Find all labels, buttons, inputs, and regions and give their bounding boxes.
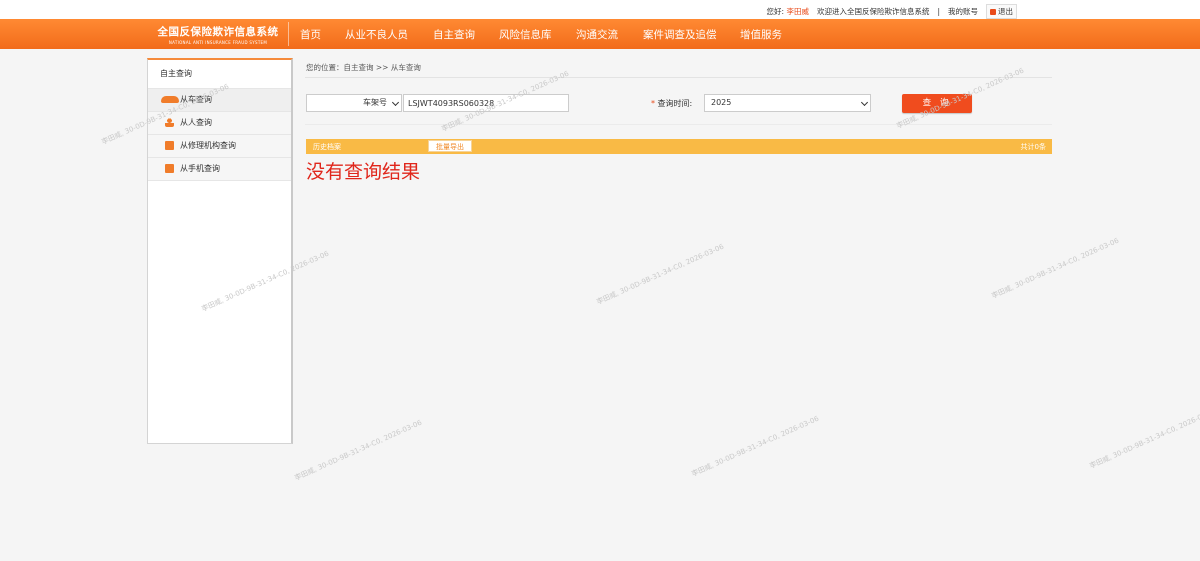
watermark: 李田威, 30-0D-9B-31-34-C0, 2026-03-06 <box>293 418 424 483</box>
nav-case-investigation[interactable]: 案件调查及追偿 <box>643 27 717 42</box>
sidebar: 自主查询 从车查询 从人查询 从修理机构查询 从手机查询 <box>147 58 293 444</box>
nav-bad-practitioners[interactable]: 从业不良人员 <box>345 27 408 42</box>
batch-export-button[interactable]: 批量导出 <box>428 140 472 152</box>
history-label: 历史档案 <box>313 143 341 151</box>
greeting-label: 您好: <box>766 7 785 16</box>
my-account-link[interactable]: 我的账号 <box>948 6 978 17</box>
logo-subtitle: NATIONAL ANTI INSURANCE FRAUD SYSTEM <box>168 40 268 45</box>
total-count: 共计0条 <box>1020 143 1046 151</box>
sidebar-item-phone-query[interactable]: 从手机查询 <box>148 158 291 181</box>
document-icon <box>165 141 174 150</box>
top-bar: 您好: 李田威 欢迎进入全国反保险欺诈信息系统 | 我的账号 退出 <box>0 0 1200 19</box>
nav-value-added[interactable]: 增值服务 <box>740 27 782 42</box>
sidebar-item-label: 从人查询 <box>180 118 212 127</box>
sidebar-item-vehicle-query[interactable]: 从车查询 <box>148 89 291 112</box>
welcome-text: 欢迎进入全国反保险欺诈信息系统 <box>816 7 930 16</box>
logout-label: 退出 <box>998 7 1013 16</box>
main-nav: 全国反保险欺诈信息系统 NATIONAL ANTI INSURANCE FRAU… <box>0 19 1200 49</box>
sidebar-item-person-query[interactable]: 从人查询 <box>148 112 291 135</box>
nav-home[interactable]: 首页 <box>300 27 321 42</box>
sidebar-item-label: 从车查询 <box>180 95 212 104</box>
required-star: * <box>651 99 655 108</box>
car-icon <box>161 96 179 103</box>
person-icon <box>165 118 174 127</box>
logo-divider <box>288 22 289 46</box>
user-greeting: 您好: 李田威 <box>767 6 809 17</box>
watermark: 李田威, 30-0D-9B-31-34-C0, 2026-03-06 <box>690 414 821 479</box>
nav-self-query[interactable]: 自主查询 <box>433 27 475 42</box>
logout-icon <box>990 8 996 15</box>
watermark: 李田威, 30-0D-9B-31-34-C0, 2026-03-06 <box>595 242 726 307</box>
sidebar-item-label: 从修理机构查询 <box>180 141 236 150</box>
breadcrumb-divider <box>305 77 1052 78</box>
no-results-message: 没有查询结果 <box>306 161 421 183</box>
logout-button[interactable]: 退出 <box>986 4 1017 19</box>
query-type-value: 车架号 <box>363 98 387 107</box>
query-button[interactable]: 查 询 <box>902 94 972 113</box>
form-divider <box>305 124 1052 125</box>
result-header-bar: 历史档案 批量导出 共计0条 <box>306 139 1052 154</box>
nav-risk-database[interactable]: 风险信息库 <box>499 27 552 42</box>
watermark: 李田威, 30-0D-9B-31-34-C0, 2026-03-06 <box>990 236 1121 301</box>
sidebar-item-repair-shop-query[interactable]: 从修理机构查询 <box>148 135 291 158</box>
logo-title: 全国反保险欺诈信息系统 <box>157 26 279 38</box>
breadcrumb: 您的位置：自主查询 >> 从车查询 <box>306 63 421 72</box>
sidebar-item-label: 从手机查询 <box>180 164 220 173</box>
system-logo[interactable]: 全国反保险欺诈信息系统 NATIONAL ANTI INSURANCE FRAU… <box>148 19 288 49</box>
vin-input[interactable] <box>403 94 569 112</box>
year-value: 2025 <box>711 98 732 107</box>
top-separator: | <box>937 7 940 16</box>
year-select[interactable]: 2025 <box>704 94 871 112</box>
sidebar-title: 自主查询 <box>148 60 291 89</box>
watermark: 李田威, 30-0D-9B-31-34-C0, 2026-03-06 <box>1088 406 1200 471</box>
username: 李田威 <box>786 7 809 16</box>
nav-communication[interactable]: 沟通交流 <box>576 27 618 42</box>
query-time-label: * 查询时间: <box>651 98 692 109</box>
document-icon <box>165 164 174 173</box>
query-type-select[interactable]: 车架号 <box>306 94 402 112</box>
query-time-text: 查询时间: <box>657 99 693 108</box>
chevron-down-icon <box>391 98 400 107</box>
chevron-down-icon <box>860 98 869 107</box>
